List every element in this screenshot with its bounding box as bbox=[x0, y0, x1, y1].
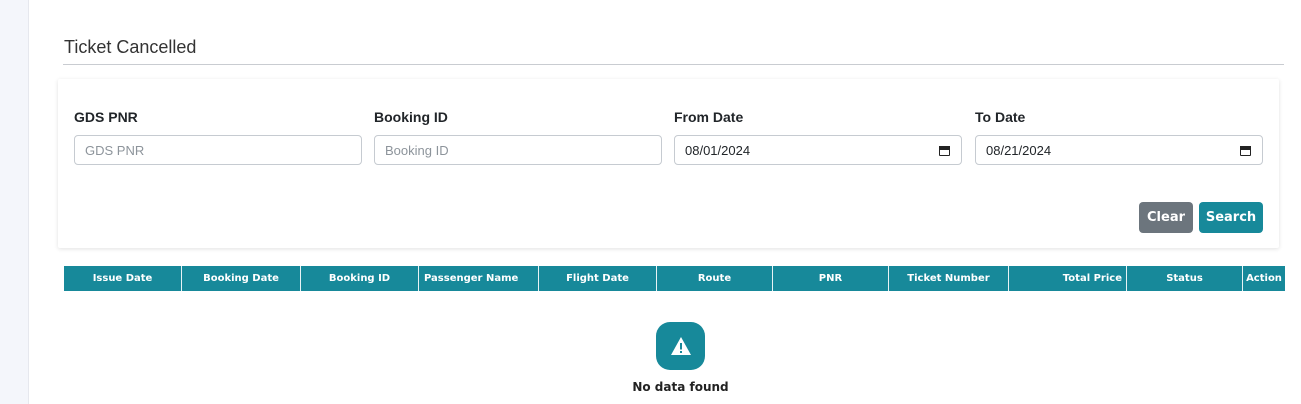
page-title: Ticket Cancelled bbox=[64, 37, 197, 57]
from-date-input[interactable]: 08/01/2024 bbox=[674, 135, 962, 165]
column-header-booking-date[interactable]: Booking Date bbox=[182, 266, 301, 291]
column-header-ticket-number[interactable]: Ticket Number bbox=[889, 266, 1009, 291]
clear-button[interactable]: Clear bbox=[1139, 202, 1193, 233]
from-date-label: From Date bbox=[674, 109, 744, 125]
from-date-value: 08/01/2024 bbox=[685, 142, 751, 158]
column-header-booking-id[interactable]: Booking ID bbox=[301, 266, 419, 291]
column-header-route[interactable]: Route bbox=[657, 266, 773, 291]
column-header-status[interactable]: Status bbox=[1127, 266, 1243, 291]
gds-pnr-placeholder: GDS PNR bbox=[85, 142, 145, 158]
main-content: Ticket Cancelled GDS PNR GDS PNR Booking… bbox=[28, 0, 1301, 404]
search-button[interactable]: Search bbox=[1199, 202, 1263, 233]
booking-id-input[interactable]: Booking ID bbox=[374, 135, 662, 165]
empty-state-text: No data found bbox=[632, 380, 729, 394]
to-date-field: To Date 08/21/2024 bbox=[975, 109, 1263, 165]
calendar-icon[interactable] bbox=[1239, 144, 1252, 157]
column-header-action[interactable]: Action bbox=[1243, 266, 1285, 291]
gds-pnr-label: GDS PNR bbox=[74, 109, 138, 125]
from-date-field: From Date 08/01/2024 bbox=[674, 109, 962, 165]
booking-id-placeholder: Booking ID bbox=[385, 142, 449, 158]
gds-pnr-field: GDS PNR GDS PNR bbox=[74, 109, 362, 165]
column-header-passenger-name[interactable]: Passenger Name bbox=[419, 266, 539, 291]
to-date-value: 08/21/2024 bbox=[986, 142, 1052, 158]
title-divider bbox=[63, 64, 1284, 65]
booking-id-label: Booking ID bbox=[374, 109, 448, 125]
filter-panel: GDS PNR GDS PNR Booking ID Booking ID Fr… bbox=[58, 79, 1279, 248]
results-table-header: Issue Date Booking Date Booking ID Passe… bbox=[64, 266, 1285, 291]
warning-icon bbox=[656, 322, 705, 370]
to-date-input[interactable]: 08/21/2024 bbox=[975, 135, 1263, 165]
to-date-label: To Date bbox=[975, 109, 1026, 125]
booking-id-field: Booking ID Booking ID bbox=[374, 109, 662, 165]
column-header-pnr[interactable]: PNR bbox=[773, 266, 889, 291]
column-header-flight-date[interactable]: Flight Date bbox=[539, 266, 657, 291]
column-header-issue-date[interactable]: Issue Date bbox=[64, 266, 182, 291]
column-header-total-price[interactable]: Total Price bbox=[1009, 266, 1127, 291]
gds-pnr-input[interactable]: GDS PNR bbox=[74, 135, 362, 165]
calendar-icon[interactable] bbox=[938, 144, 951, 157]
